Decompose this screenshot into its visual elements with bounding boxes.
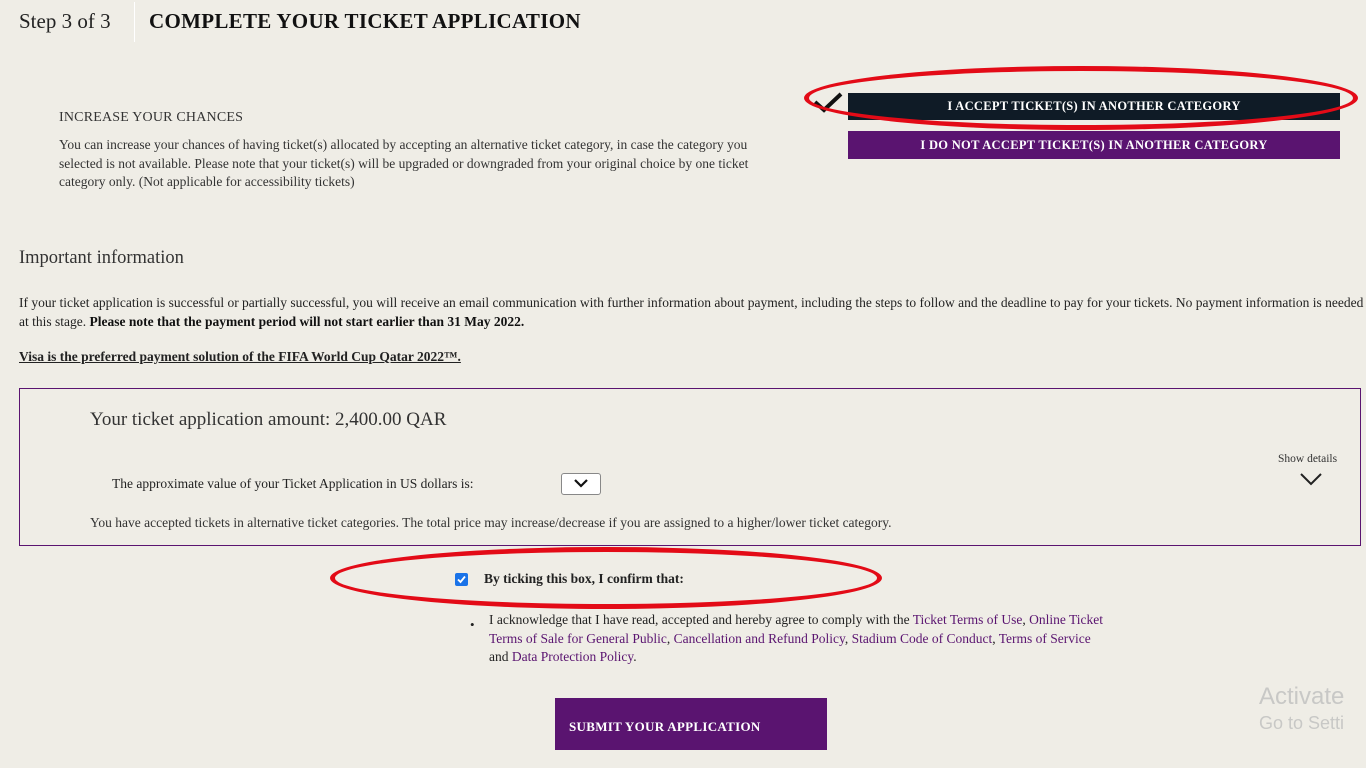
- accept-other-category-button[interactable]: I ACCEPT TICKET(S) IN ANOTHER CATEGORY: [848, 93, 1340, 120]
- confirm-checkbox[interactable]: [455, 573, 468, 586]
- confirm-checkbox-label: By ticking this box, I confirm that:: [484, 571, 684, 586]
- ack-prefix: I acknowledge that I have read, accepted…: [489, 612, 910, 627]
- terms-of-service-link[interactable]: Terms of Service: [999, 631, 1091, 646]
- payment-period-note: Please note that the payment period will…: [89, 314, 525, 329]
- important-info-heading: Important information: [19, 248, 184, 268]
- increase-chances-text: You can increase your chances of having …: [59, 137, 749, 189]
- step-indicator: Step 3 of 3: [19, 9, 111, 33]
- chevron-down-icon: [574, 479, 588, 488]
- show-details-toggle[interactable]: Show details: [1278, 453, 1337, 465]
- cancellation-policy-link[interactable]: Cancellation and Refund Policy: [674, 631, 845, 646]
- application-amount: Your ticket application amount: 2,400.00…: [90, 409, 447, 430]
- usd-value-label: The approximate value of your Ticket App…: [112, 476, 474, 491]
- data-protection-link[interactable]: Data Protection Policy: [512, 649, 633, 664]
- decline-other-category-button[interactable]: I DO NOT ACCEPT TICKET(S) IN ANOTHER CAT…: [848, 131, 1340, 159]
- acknowledgement-text: I acknowledge that I have read, accepted…: [489, 612, 1104, 664]
- usd-value-dropdown[interactable]: [561, 473, 601, 495]
- application-amount-box: Your ticket application amount: 2,400.00…: [19, 388, 1361, 546]
- checkmark-icon: [813, 92, 843, 113]
- activate-watermark: Activate: [1259, 683, 1345, 710]
- ticket-terms-link[interactable]: Ticket Terms of Use: [913, 612, 1023, 627]
- chevron-down-icon[interactable]: [1300, 473, 1322, 486]
- visa-payment-link[interactable]: Visa is the preferred payment solution o…: [19, 349, 461, 365]
- list-bullet: •: [470, 617, 475, 632]
- checkmark-icon: [457, 575, 466, 584]
- submit-application-button[interactable]: SUBMIT YOUR APPLICATION: [555, 698, 827, 750]
- important-info-text: If your ticket application is successful…: [19, 293, 1366, 331]
- increase-chances-heading: INCREASE YOUR CHANCES: [59, 110, 244, 125]
- alternative-category-note: You have accepted tickets in alternative…: [90, 515, 892, 530]
- activate-watermark-subtext: Go to Setti: [1259, 713, 1345, 733]
- and-word: and: [489, 649, 509, 664]
- page-title: COMPLETE YOUR TICKET APPLICATION: [149, 9, 581, 33]
- header-divider: [134, 2, 135, 42]
- stadium-code-link[interactable]: Stadium Code of Conduct: [852, 631, 993, 646]
